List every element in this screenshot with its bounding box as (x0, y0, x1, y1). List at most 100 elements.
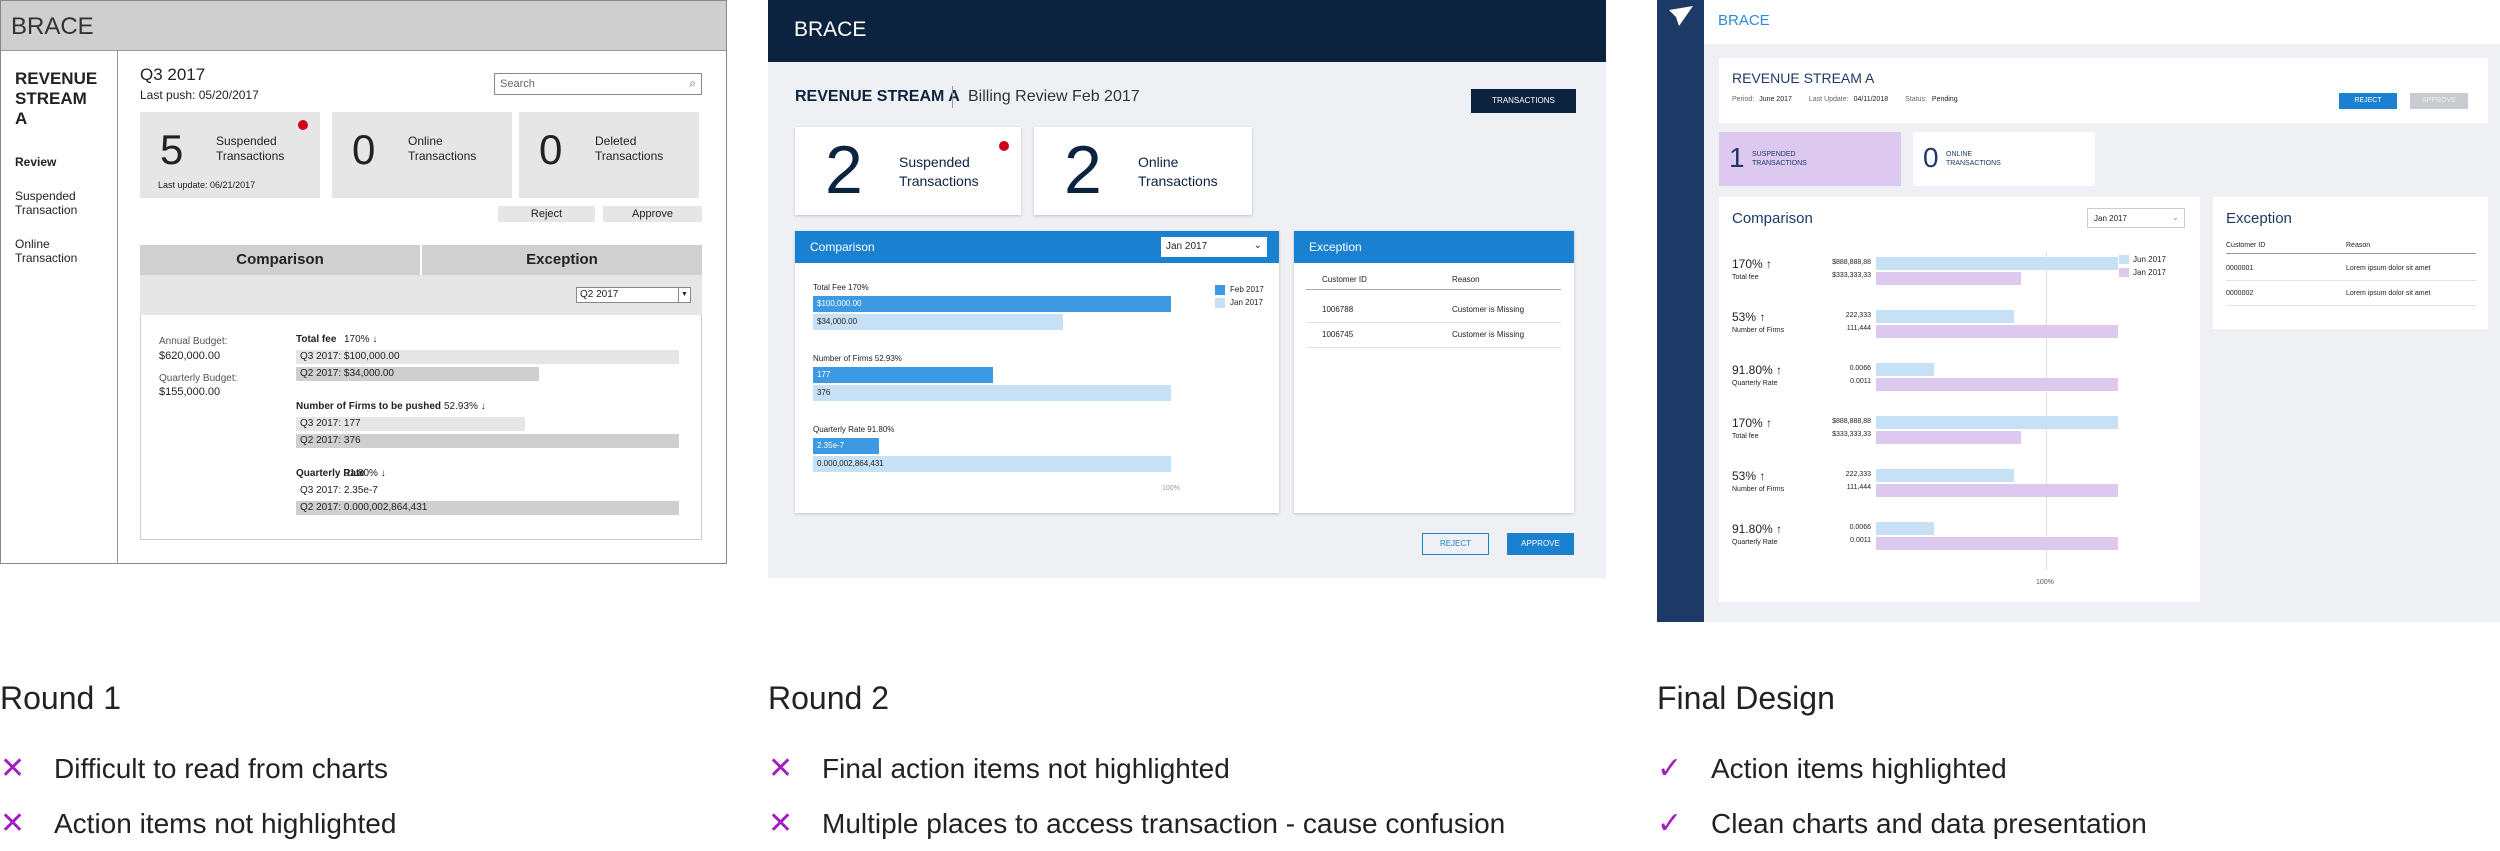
approve-button[interactable]: APPROVE (1507, 533, 1574, 555)
caption-item: ✕ Difficult to read from charts (0, 741, 820, 796)
search-input[interactable]: Search ⌕ (494, 73, 702, 95)
bar-current: 2.35e-7 (813, 438, 879, 454)
approve-button[interactable]: APPROVE (2410, 93, 2468, 109)
reject-button[interactable]: REJECT (1422, 533, 1489, 555)
cell-reason: Customer is Missing (1452, 305, 1525, 314)
bar-current (1876, 363, 1934, 376)
chevron-down-icon: ⌄ (1253, 240, 1262, 251)
bar-current: Q3 2017: 177 (296, 417, 525, 431)
month-select[interactable]: Jan 2017 ⌄ (1161, 237, 1267, 257)
search-placeholder: Search (500, 78, 535, 90)
tile-count: 0 (352, 126, 376, 173)
tile-count: 0 (1923, 142, 1939, 173)
value-current: 0.0066 (1849, 524, 1871, 531)
tile-deleted[interactable]: 0 Deleted Transactions (519, 112, 699, 198)
nav-suspended[interactable]: Suspended Transaction (15, 189, 103, 217)
value-current: $888,888,88 (1832, 418, 1871, 425)
tile-count: 5 (160, 126, 184, 173)
cross-icon: ✕ (0, 807, 26, 840)
stream-title: REVENUE STREAM A (15, 69, 98, 128)
exception-title: Exception (2226, 210, 2292, 227)
bar-previous (1876, 378, 2118, 391)
month-select[interactable]: Jan 2017 ⌄ (2087, 208, 2185, 228)
metric-title: Quarterly Rate 91.80% (813, 425, 895, 434)
tab-exception[interactable]: Exception (422, 245, 702, 275)
last-update: Last update: 06/21/2017 (158, 180, 256, 190)
caption-text: Action items not highlighted (54, 807, 397, 839)
legend-swatch (1215, 298, 1225, 308)
bar-previous: $34,000.00 (813, 314, 1063, 330)
reject-button[interactable]: REJECT (2339, 93, 2397, 109)
caption-title: Final Design (1657, 680, 1835, 716)
tile-count: 2 (825, 132, 863, 208)
tile-online[interactable]: 0 Online Transactions (332, 112, 512, 198)
tile-suspended[interactable]: 2 Suspended Transactions (795, 127, 1021, 215)
legend-label: Jan 2017 (1230, 298, 1263, 307)
table-row[interactable]: 1006788 Customer is Missing (1306, 305, 1561, 323)
tile-suspended[interactable]: 1 SUSPENDED TRANSACTIONS (1719, 132, 1901, 186)
metric-pct: 91.80% ↑ (1732, 363, 1783, 377)
value-current: $888,888,88 (1832, 259, 1871, 266)
update-value: 04/11/2018 (1853, 96, 1889, 103)
period-title: Q3 2017 (140, 65, 206, 84)
sidebar: REVENUE STREAM A Review Suspended Transa… (1, 51, 118, 564)
caption-block: Round 1 ✕ Difficult to read from charts ✕ Ac… (0, 680, 820, 851)
value-current: 222,333 (1845, 471, 1871, 478)
alert-dot (298, 120, 308, 130)
round1-mockup: BRACE REVENUE STREAM A Review Suspended … (0, 0, 727, 564)
comparison-panel: Comparison Jan 2017 ⌄ Feb 2017 Jan 2017 1… (795, 231, 1279, 513)
metric-name: Total fee (1732, 274, 1759, 281)
legend-label: Jan 2017 (2133, 268, 2166, 277)
tile-online[interactable]: 2 Online Transactions (1034, 127, 1252, 215)
metric-name: Quarterly Rate (1732, 380, 1778, 387)
tile-online[interactable]: 0 ONLINE TRANSACTIONS (1913, 132, 2095, 186)
page-subtitle: Billing Review Feb 2017 (968, 88, 1140, 105)
stream-title: REVENUE STREAM A (1732, 70, 1875, 86)
legend-swatch (1215, 285, 1225, 295)
legend-swatch (2119, 255, 2129, 264)
status-label: Status: (1905, 96, 1927, 103)
transactions-button[interactable]: TRANSACTIONS (1471, 89, 1576, 113)
cell-customer-id: 0000001 (2226, 265, 2254, 272)
approve-button[interactable]: Approve (603, 206, 702, 222)
tile-count: 0 (539, 126, 563, 173)
bar-previous: Q2 2017: 376 (296, 434, 679, 448)
side-navbar (1657, 0, 1704, 622)
cell-customer-id: 0000002 (2226, 290, 2254, 297)
table-row[interactable]: 0000001 Lorem ipsum dolor sit amet (2226, 265, 2476, 281)
nav-online[interactable]: Online Transaction (15, 237, 103, 265)
metric-pct: 170% ↑ (1732, 257, 1773, 271)
caption-block: Final Design ✓ Action items highlighted ✓ Cl… (1657, 680, 2477, 851)
tab-comparison[interactable]: Comparison (140, 245, 422, 275)
bar-current (1876, 522, 1934, 535)
table-row[interactable]: 1006745 Customer is Missing (1306, 330, 1561, 348)
legend-label: Jun 2017 (2133, 255, 2166, 264)
caption-text: Final action items not highlighted (822, 752, 1230, 784)
metric-pct: 53% ↑ (1732, 469, 1766, 483)
caption-text: Difficult to read from charts (54, 752, 389, 784)
nav-review[interactable]: Review (15, 155, 103, 169)
exception-table-header: Customer ID Reason (2226, 242, 2476, 254)
cell-reason: Lorem ipsum dolor sit amet (2346, 290, 2431, 297)
metric-name: Number of Firms (1732, 486, 1785, 493)
final-mockup: BRACE REVENUE STREAM A Period: June 2017 … (1657, 0, 2500, 622)
app-title: BRACE (768, 0, 1606, 62)
bar-previous (1876, 431, 2021, 444)
legend-label: Feb 2017 (1230, 285, 1264, 294)
tile-suspended[interactable]: 5 Suspended Transactions Last update: 06/2… (140, 112, 320, 198)
axis-label: 100% (2036, 579, 2054, 586)
period-value: June 2017 (1759, 96, 1792, 103)
comparison-title: Comparison (1732, 210, 1813, 227)
col-reason: Reason (1452, 275, 1480, 284)
tile-label: Deleted Transactions (595, 134, 664, 163)
table-row[interactable]: 0000002 Lorem ipsum dolor sit amet (2226, 290, 2476, 306)
tile-label: ONLINE TRANSACTIONS (1946, 151, 2001, 167)
quarter-select[interactable]: Q2 2017 ▼ (576, 287, 691, 303)
select-value: Jan 2017 (1166, 241, 1208, 252)
tile-count: 2 (1064, 132, 1102, 208)
value-previous: $333,333,33 (1832, 272, 1871, 279)
caption-item: ✓ Action items highlighted (1657, 741, 2477, 796)
chevron-down-icon: ⌄ (2171, 212, 2179, 222)
cell-reason: Customer is Missing (1452, 330, 1525, 339)
reject-button[interactable]: Reject (498, 206, 595, 222)
